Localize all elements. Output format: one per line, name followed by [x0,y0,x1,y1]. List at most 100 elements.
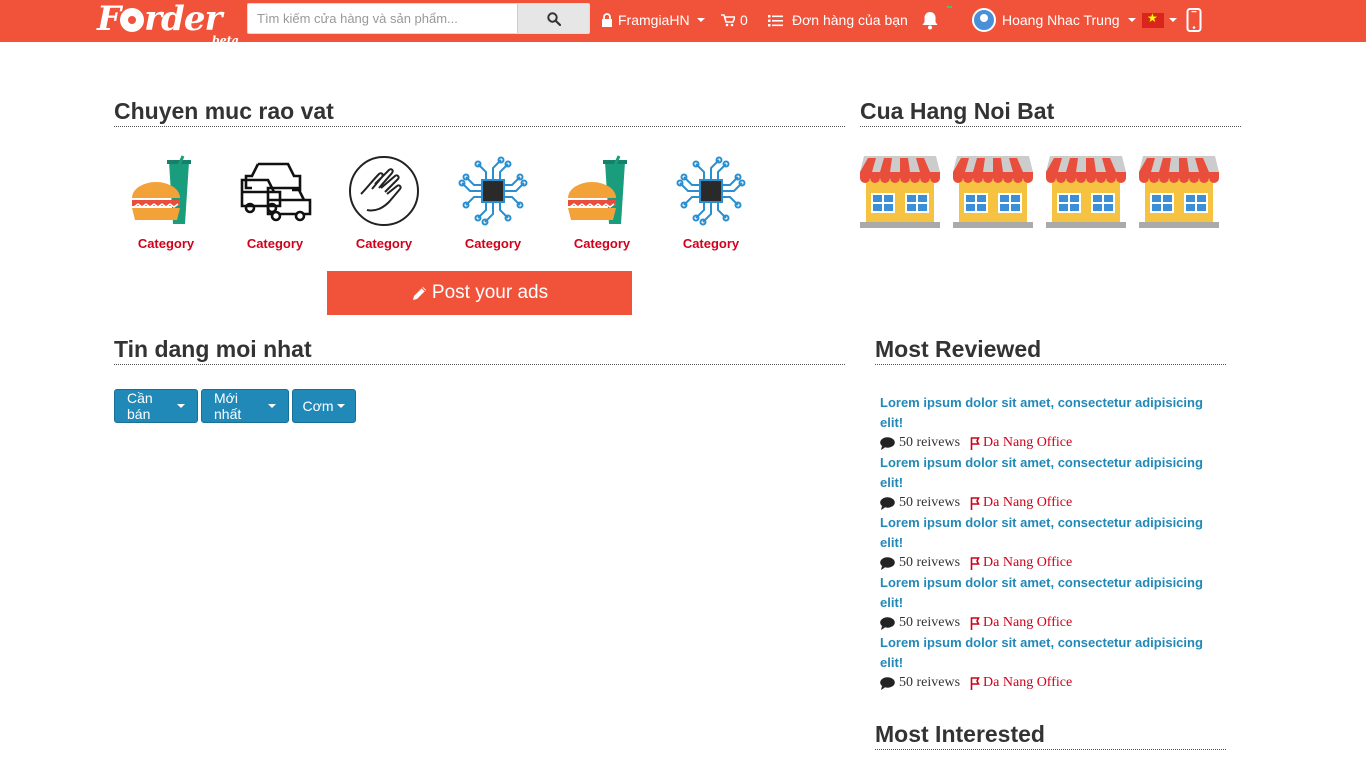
search-bar [247,3,590,34]
chevron-down-icon [268,404,276,408]
location-link[interactable]: Da Nang Office [970,553,1072,573]
search-icon [546,11,561,26]
category-label: Category [246,236,304,251]
vietnam-flag-icon [1142,11,1164,28]
post-ads-button[interactable]: Post your ads [327,271,632,315]
mobile-app-link[interactable] [1186,0,1202,40]
forder-logo[interactable]: Frder beta [97,0,239,47]
store-icon [953,156,1033,228]
featured-store[interactable] [860,154,940,228]
chevron-down-icon [1169,18,1177,22]
review-item-meta: 50 reivews Da Nang Office [880,433,1220,453]
list-item: Lorem ipsum dolor sit amet, consectetur … [880,513,1220,573]
category-label: Category [137,236,195,251]
location-link[interactable]: Da Nang Office [970,673,1072,693]
logo-beta-tag: beta [212,34,239,47]
cart-button[interactable]: 0 [721,0,748,40]
comment-icon [880,676,895,690]
review-item-title[interactable]: Lorem ipsum dolor sit amet, consectetur … [880,633,1220,673]
filter-dropdown-sort[interactable]: Mới nhất [201,389,289,423]
location-label: Da Nang Office [983,675,1073,690]
shop-name: FramgiaHN [618,12,690,28]
category-item[interactable]: Category [668,154,754,258]
category-item[interactable]: Category [559,154,645,258]
chevron-down-icon [1127,18,1136,22]
location-label: Da Nang Office [983,615,1073,630]
most-interested-title: Most Interested [875,720,1226,750]
category-item[interactable]: Category [341,154,427,258]
comment-icon [880,556,895,570]
most-reviewed-title: Most Reviewed [875,335,1226,365]
review-item-meta: 50 reivews Da Nang Office [880,493,1220,513]
review-count: 50 reivews [899,435,961,450]
chip-icon [456,154,530,228]
bell-icon [922,11,938,29]
avatar [972,8,996,32]
location-label: Da Nang Office [983,435,1073,450]
location-label: Da Nang Office [983,495,1073,510]
review-count: 50 reivews [899,675,961,690]
pencil-icon [412,286,426,300]
review-count: 50 reivews [899,615,961,630]
user-menu[interactable]: Hoang Nhac Trung [972,0,1136,40]
cart-count: 0 [740,12,748,28]
category-label: Category [573,236,631,251]
category-label: Category [355,236,413,251]
search-input[interactable] [248,4,518,33]
category-label: Category [464,236,522,251]
flag-icon [970,676,980,690]
featured-store[interactable] [953,154,1033,228]
language-dropdown[interactable] [1142,0,1177,40]
flag-icon [970,436,980,450]
mobile-phone-icon [1186,8,1202,32]
post-ads-label: Post your ads [431,282,549,303]
notification-indicator [947,6,952,8]
notifications-button[interactable] [921,0,939,40]
location-link[interactable]: Da Nang Office [970,433,1072,453]
list-item: Lorem ipsum dolor sit amet, consectetur … [880,393,1220,453]
category-item[interactable]: Category [123,154,209,258]
categories-title: Chuyen muc rao vat [114,97,845,127]
list-item: Lorem ipsum dolor sit amet, consectetur … [880,633,1220,693]
hand-icon [347,154,421,228]
featured-store[interactable] [1139,154,1219,228]
store-icon [1046,156,1126,228]
latest-posts-title: Tin dang moi nhat [114,335,845,365]
location-link[interactable]: Da Nang Office [970,493,1072,513]
review-count: 50 reivews [899,495,961,510]
chevron-down-icon [696,18,705,22]
location-link[interactable]: Da Nang Office [970,613,1072,633]
food-icon [129,154,203,228]
filter-dropdown-type[interactable]: Cần bán [114,389,198,423]
store-icon [1139,156,1219,228]
review-item-meta: 50 reivews Da Nang Office [880,613,1220,633]
review-item-meta: 50 reivews Da Nang Office [880,553,1220,573]
location-label: Da Nang Office [983,555,1073,570]
store-icon [860,156,940,228]
chip-icon [674,154,748,228]
review-item-title[interactable]: Lorem ipsum dolor sit amet, consectetur … [880,573,1220,613]
orders-link[interactable]: Đơn hàng của bạn [768,0,908,40]
top-navbar: Frderbeta FramgiaHN 0 Đơn hàng của bạn H… [0,0,1366,47]
review-item-title[interactable]: Lorem ipsum dolor sit amet, consectetur … [880,453,1220,493]
filter-dropdown-category[interactable]: Cơm [292,389,356,423]
comment-icon [880,436,895,450]
lock-icon [602,13,612,27]
search-button[interactable] [517,4,589,33]
review-item-title[interactable]: Lorem ipsum dolor sit amet, consectetur … [880,513,1220,553]
featured-store[interactable] [1046,154,1126,228]
cart-icon [721,13,735,26]
comment-icon [880,496,895,510]
shop-dropdown[interactable]: FramgiaHN [601,0,705,40]
filter-label: Cần bán [127,390,153,422]
flag-icon [970,496,980,510]
list-item: Lorem ipsum dolor sit amet, consectetur … [880,573,1220,633]
category-item[interactable]: Category [450,154,536,258]
comment-icon [880,616,895,630]
review-item-meta: 50 reivews Da Nang Office [880,673,1220,693]
category-item[interactable]: Category [232,154,318,258]
orders-label: Đơn hàng của bạn [792,12,908,28]
flag-icon [970,556,980,570]
review-item-title[interactable]: Lorem ipsum dolor sit amet, consectetur … [880,393,1220,433]
user-name: Hoang Nhac Trung [1002,12,1120,28]
